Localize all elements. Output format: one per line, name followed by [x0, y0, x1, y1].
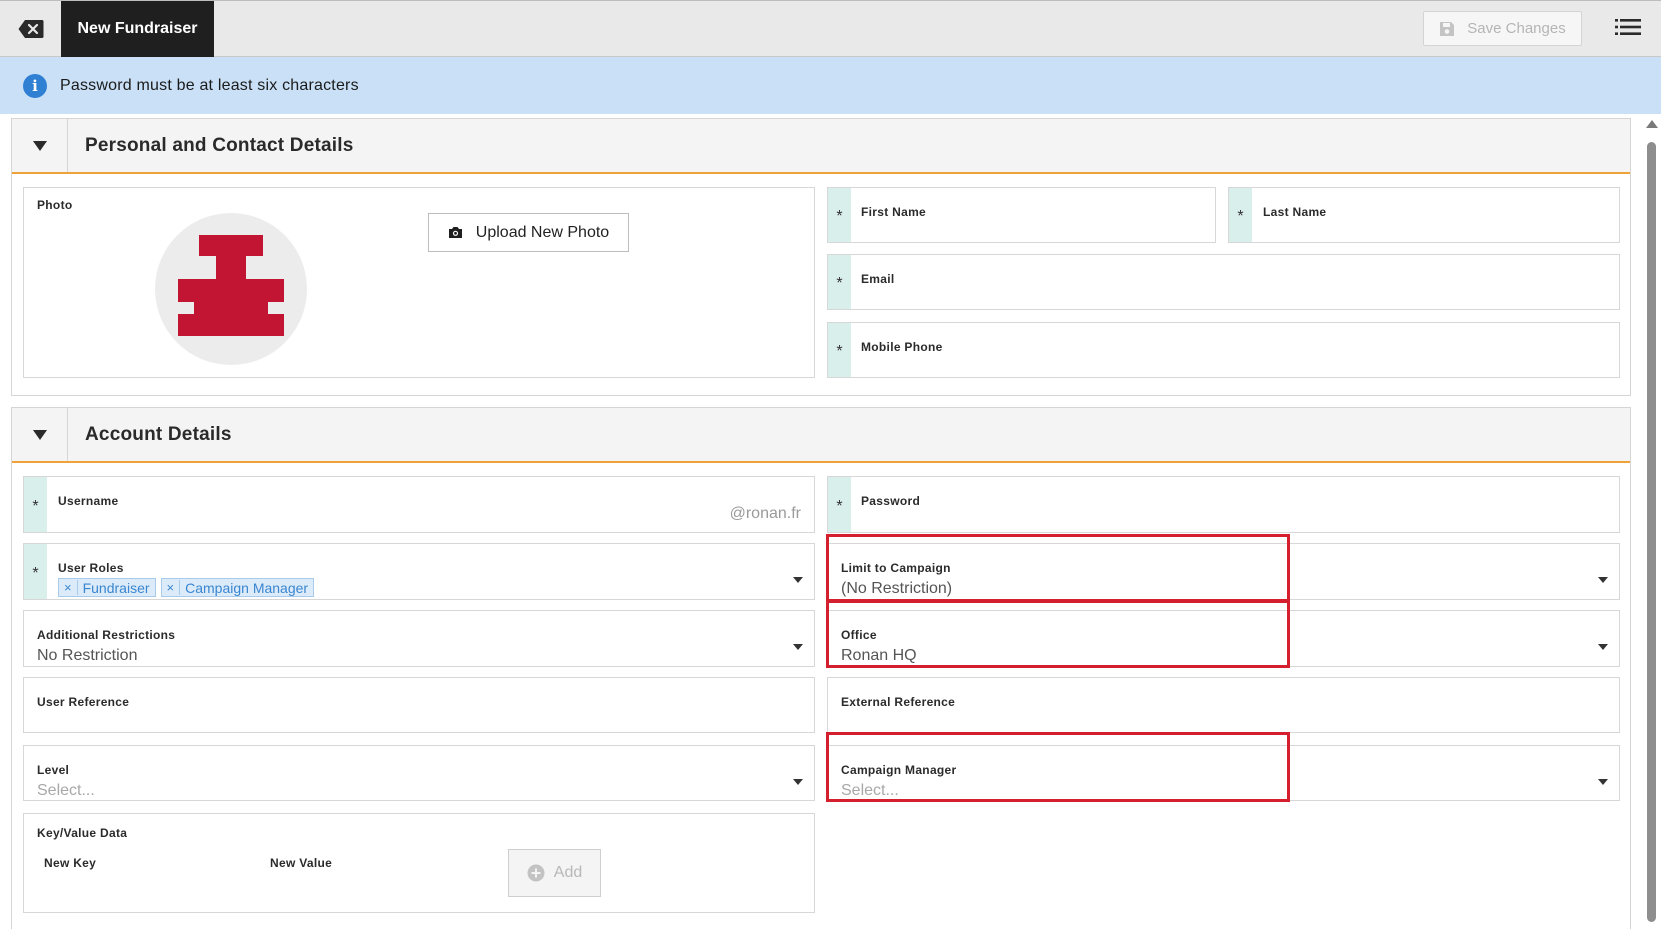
plus-circle-icon [527, 864, 545, 882]
required-marker: * [828, 477, 851, 532]
save-changes-button[interactable]: Save Changes [1423, 11, 1582, 46]
new-value-label[interactable]: New Value [270, 856, 332, 870]
password-label: Password [861, 494, 921, 508]
user-roles-label: User Roles [58, 561, 124, 575]
campaign-manager-select[interactable]: Campaign Manager Select... [827, 745, 1620, 801]
photo-panel: Photo Upload New Photo [23, 187, 815, 378]
upload-photo-button[interactable]: Upload New Photo [428, 213, 629, 252]
add-button[interactable]: Add [508, 849, 601, 897]
add-label: Add [553, 864, 583, 881]
role-tag-label: Campaign Manager [185, 579, 309, 596]
avatar[interactable] [155, 213, 307, 365]
section-title: Account Details [85, 423, 232, 445]
avatar-identicon [178, 235, 284, 336]
triangle-down-icon [32, 140, 47, 151]
role-tags: × Fundraiser × Campaign Manager [58, 578, 319, 597]
last-name-label: Last Name [1263, 205, 1327, 219]
office-label: Office [841, 628, 877, 642]
photo-label: Photo [37, 198, 73, 212]
key-value-label: Key/Value Data [37, 826, 128, 840]
camera-icon [448, 227, 462, 238]
email-field[interactable]: * Email [827, 254, 1620, 310]
upload-photo-label: Upload New Photo [475, 223, 610, 241]
office-value: Ronan HQ [841, 647, 917, 664]
chevron-down-icon[interactable] [1598, 779, 1608, 785]
info-banner: i Password must be at least six characte… [0, 57, 1661, 114]
new-key-label[interactable]: New Key [44, 856, 96, 870]
section-title: Personal and Contact Details [85, 134, 354, 156]
external-reference-field[interactable]: External Reference [827, 677, 1620, 733]
campaign-manager-placeholder: Select... [841, 782, 899, 799]
required-marker: * [1229, 188, 1252, 242]
limit-to-campaign-value: (No Restriction) [841, 580, 953, 597]
username-domain-suffix: @ronan.fr [729, 505, 801, 522]
vertical-scrollbar[interactable] [1642, 114, 1661, 929]
personal-details-header: Personal and Contact Details [12, 119, 1630, 174]
additional-restrictions-value: No Restriction [37, 647, 138, 664]
role-tag-label: Fundraiser [82, 579, 150, 596]
role-tag: × Campaign Manager [160, 578, 315, 597]
mobile-phone-field[interactable]: * Mobile Phone [827, 322, 1620, 378]
close-x-icon [18, 20, 43, 38]
chevron-down-icon[interactable] [793, 779, 803, 785]
menu-button[interactable] [1615, 17, 1643, 41]
collapse-toggle[interactable] [12, 408, 68, 461]
list-menu-icon [1615, 19, 1641, 35]
info-message: Password must be at least six characters [60, 76, 359, 94]
office-select[interactable]: Office Ronan HQ [827, 610, 1620, 667]
floppy-disk-icon [1440, 21, 1455, 36]
user-reference-label: User Reference [37, 695, 130, 709]
scroll-up-arrow-icon[interactable] [1646, 120, 1658, 128]
top-bar: New Fundraiser Save Changes [0, 0, 1661, 57]
info-icon: i [23, 73, 47, 98]
password-field[interactable]: * Password [827, 476, 1620, 533]
chevron-down-icon[interactable] [1598, 577, 1608, 583]
username-field[interactable]: * Username @ronan.fr [23, 476, 815, 533]
scroll-thumb[interactable] [1647, 142, 1656, 922]
required-marker: * [24, 544, 47, 599]
mobile-phone-label: Mobile Phone [861, 340, 943, 354]
campaign-manager-label: Campaign Manager [841, 763, 957, 777]
username-label: Username [58, 494, 119, 508]
required-marker: * [828, 255, 851, 309]
close-button[interactable] [0, 1, 61, 57]
additional-restrictions-select[interactable]: Additional Restrictions No Restriction [23, 610, 815, 667]
key-value-panel: Key/Value Data New Key New Value Add [23, 813, 815, 913]
external-reference-label: External Reference [841, 695, 956, 709]
first-name-field[interactable]: * First Name [827, 187, 1216, 243]
level-label: Level [37, 763, 70, 777]
level-select[interactable]: Level Select... [23, 745, 815, 801]
tab-label: New Fundraiser [77, 20, 198, 37]
additional-restrictions-label: Additional Restrictions [37, 628, 176, 642]
email-label: Email [861, 272, 895, 286]
account-details-section: Account Details * Username @ronan.fr * P… [11, 407, 1631, 929]
personal-details-section: Personal and Contact Details Photo Uploa… [11, 118, 1631, 396]
save-changes-label: Save Changes [1467, 20, 1566, 37]
required-marker: * [24, 477, 47, 532]
user-reference-field[interactable]: User Reference [23, 677, 815, 733]
triangle-down-icon [32, 429, 47, 440]
user-roles-select[interactable]: * User Roles × Fundraiser × Campaign Man… [23, 543, 815, 600]
required-marker: * [828, 323, 851, 377]
limit-to-campaign-label: Limit to Campaign [841, 561, 951, 575]
required-marker: * [828, 188, 851, 242]
tab-new-fundraiser[interactable]: New Fundraiser [61, 1, 214, 57]
role-tag: × Fundraiser [58, 578, 156, 597]
remove-tag-icon[interactable]: × [59, 580, 78, 595]
limit-to-campaign-select[interactable]: Limit to Campaign (No Restriction) [827, 543, 1620, 600]
chevron-down-icon[interactable] [793, 644, 803, 650]
account-details-header: Account Details [12, 408, 1630, 463]
chevron-down-icon[interactable] [1598, 644, 1608, 650]
first-name-label: First Name [861, 205, 927, 219]
last-name-field[interactable]: * Last Name [1228, 187, 1620, 243]
remove-tag-icon[interactable]: × [162, 580, 181, 595]
collapse-toggle[interactable] [12, 119, 68, 172]
level-placeholder: Select... [37, 782, 95, 799]
chevron-down-icon[interactable] [793, 577, 803, 583]
